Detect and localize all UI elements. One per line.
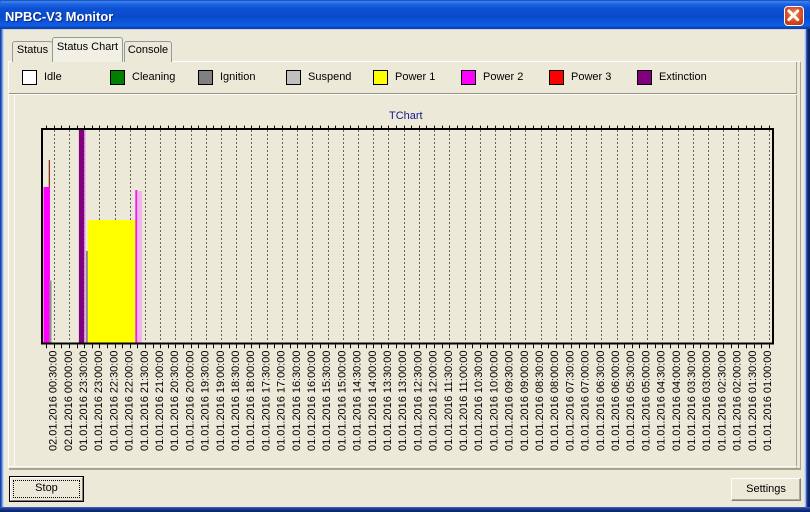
svg-text:01.01.2016 17:00:00: 01.01.2016 17:00:00 xyxy=(276,351,288,452)
svg-text:01.01.2016 15:30:00: 01.01.2016 15:30:00 xyxy=(321,351,333,452)
svg-text:01.01.2016 11:30:00: 01.01.2016 11:30:00 xyxy=(443,351,455,452)
svg-text:01.01.2016 10:00:00: 01.01.2016 10:00:00 xyxy=(488,351,500,452)
svg-text:01.01.2016 23:30:00: 01.01.2016 23:30:00 xyxy=(78,351,90,452)
svg-text:01.01.2016 20:00:00: 01.01.2016 20:00:00 xyxy=(184,351,196,452)
svg-text:01.01.2016 07:00:00: 01.01.2016 07:00:00 xyxy=(580,351,592,452)
svg-text:01.01.2016 04:00:00: 01.01.2016 04:00:00 xyxy=(671,351,683,452)
svg-text:01.01.2016 04:30:00: 01.01.2016 04:30:00 xyxy=(656,351,668,452)
svg-text:01.01.2016 14:00:00: 01.01.2016 14:00:00 xyxy=(367,351,379,452)
svg-text:01.01.2016 03:00:00: 01.01.2016 03:00:00 xyxy=(701,351,713,452)
svg-text:01.01.2016 13:30:00: 01.01.2016 13:30:00 xyxy=(382,351,394,452)
svg-text:01.01.2016 11:00:00: 01.01.2016 11:00:00 xyxy=(458,351,470,452)
svg-text:01.01.2016 19:00:00: 01.01.2016 19:00:00 xyxy=(215,351,227,452)
svg-text:01.01.2016 18:00:00: 01.01.2016 18:00:00 xyxy=(245,351,257,452)
svg-text:01.01.2016 01:00:00: 01.01.2016 01:00:00 xyxy=(762,351,774,452)
svg-text:01.01.2016 18:30:00: 01.01.2016 18:30:00 xyxy=(230,351,242,452)
svg-text:01.01.2016 08:00:00: 01.01.2016 08:00:00 xyxy=(549,351,561,452)
svg-text:01.01.2016 06:00:00: 01.01.2016 06:00:00 xyxy=(610,351,622,452)
svg-text:01.01.2016 07:30:00: 01.01.2016 07:30:00 xyxy=(564,351,576,452)
svg-text:01.01.2016 16:00:00: 01.01.2016 16:00:00 xyxy=(306,351,318,452)
svg-text:01.01.2016 14:30:00: 01.01.2016 14:30:00 xyxy=(352,351,364,452)
svg-text:01.01.2016 13:00:00: 01.01.2016 13:00:00 xyxy=(397,351,409,452)
svg-text:01.01.2016 02:00:00: 01.01.2016 02:00:00 xyxy=(732,351,744,452)
svg-text:01.01.2016 12:00:00: 01.01.2016 12:00:00 xyxy=(428,351,440,452)
svg-text:01.01.2016 05:30:00: 01.01.2016 05:30:00 xyxy=(625,351,637,452)
svg-text:01.01.2016 02:30:00: 01.01.2016 02:30:00 xyxy=(716,351,728,452)
svg-text:01.01.2016 03:30:00: 01.01.2016 03:30:00 xyxy=(686,351,698,452)
svg-text:01.01.2016 19:30:00: 01.01.2016 19:30:00 xyxy=(200,351,212,452)
svg-text:01.01.2016 05:00:00: 01.01.2016 05:00:00 xyxy=(640,351,652,452)
svg-text:01.01.2016 16:30:00: 01.01.2016 16:30:00 xyxy=(291,351,303,452)
svg-text:01.01.2016 20:30:00: 01.01.2016 20:30:00 xyxy=(169,351,181,452)
svg-text:01.01.2016 01:30:00: 01.01.2016 01:30:00 xyxy=(747,351,759,452)
svg-text:01.01.2016 17:30:00: 01.01.2016 17:30:00 xyxy=(260,351,272,452)
svg-text:01.01.2016 06:30:00: 01.01.2016 06:30:00 xyxy=(595,351,607,452)
svg-text:01.01.2016 15:00:00: 01.01.2016 15:00:00 xyxy=(336,351,348,452)
svg-text:01.01.2016 22:00:00: 01.01.2016 22:00:00 xyxy=(124,351,136,452)
svg-text:01.01.2016 21:00:00: 01.01.2016 21:00:00 xyxy=(154,351,166,452)
svg-text:01.01.2016 09:00:00: 01.01.2016 09:00:00 xyxy=(519,351,531,452)
svg-text:01.01.2016 23:00:00: 01.01.2016 23:00:00 xyxy=(93,351,105,452)
svg-text:01.01.2016 12:30:00: 01.01.2016 12:30:00 xyxy=(412,351,424,452)
svg-text:02.01.2016 00:00:00: 02.01.2016 00:00:00 xyxy=(63,351,75,452)
svg-text:01.01.2016 10:30:00: 01.01.2016 10:30:00 xyxy=(473,351,485,452)
svg-text:01.01.2016 09:30:00: 01.01.2016 09:30:00 xyxy=(504,351,516,452)
svg-text:02.01.2016 00:30:00: 02.01.2016 00:30:00 xyxy=(48,351,60,452)
svg-text:01.01.2016 22:30:00: 01.01.2016 22:30:00 xyxy=(108,351,120,452)
svg-text:01.01.2016 08:30:00: 01.01.2016 08:30:00 xyxy=(534,351,546,452)
svg-text:01.01.2016 21:30:00: 01.01.2016 21:30:00 xyxy=(139,351,151,452)
